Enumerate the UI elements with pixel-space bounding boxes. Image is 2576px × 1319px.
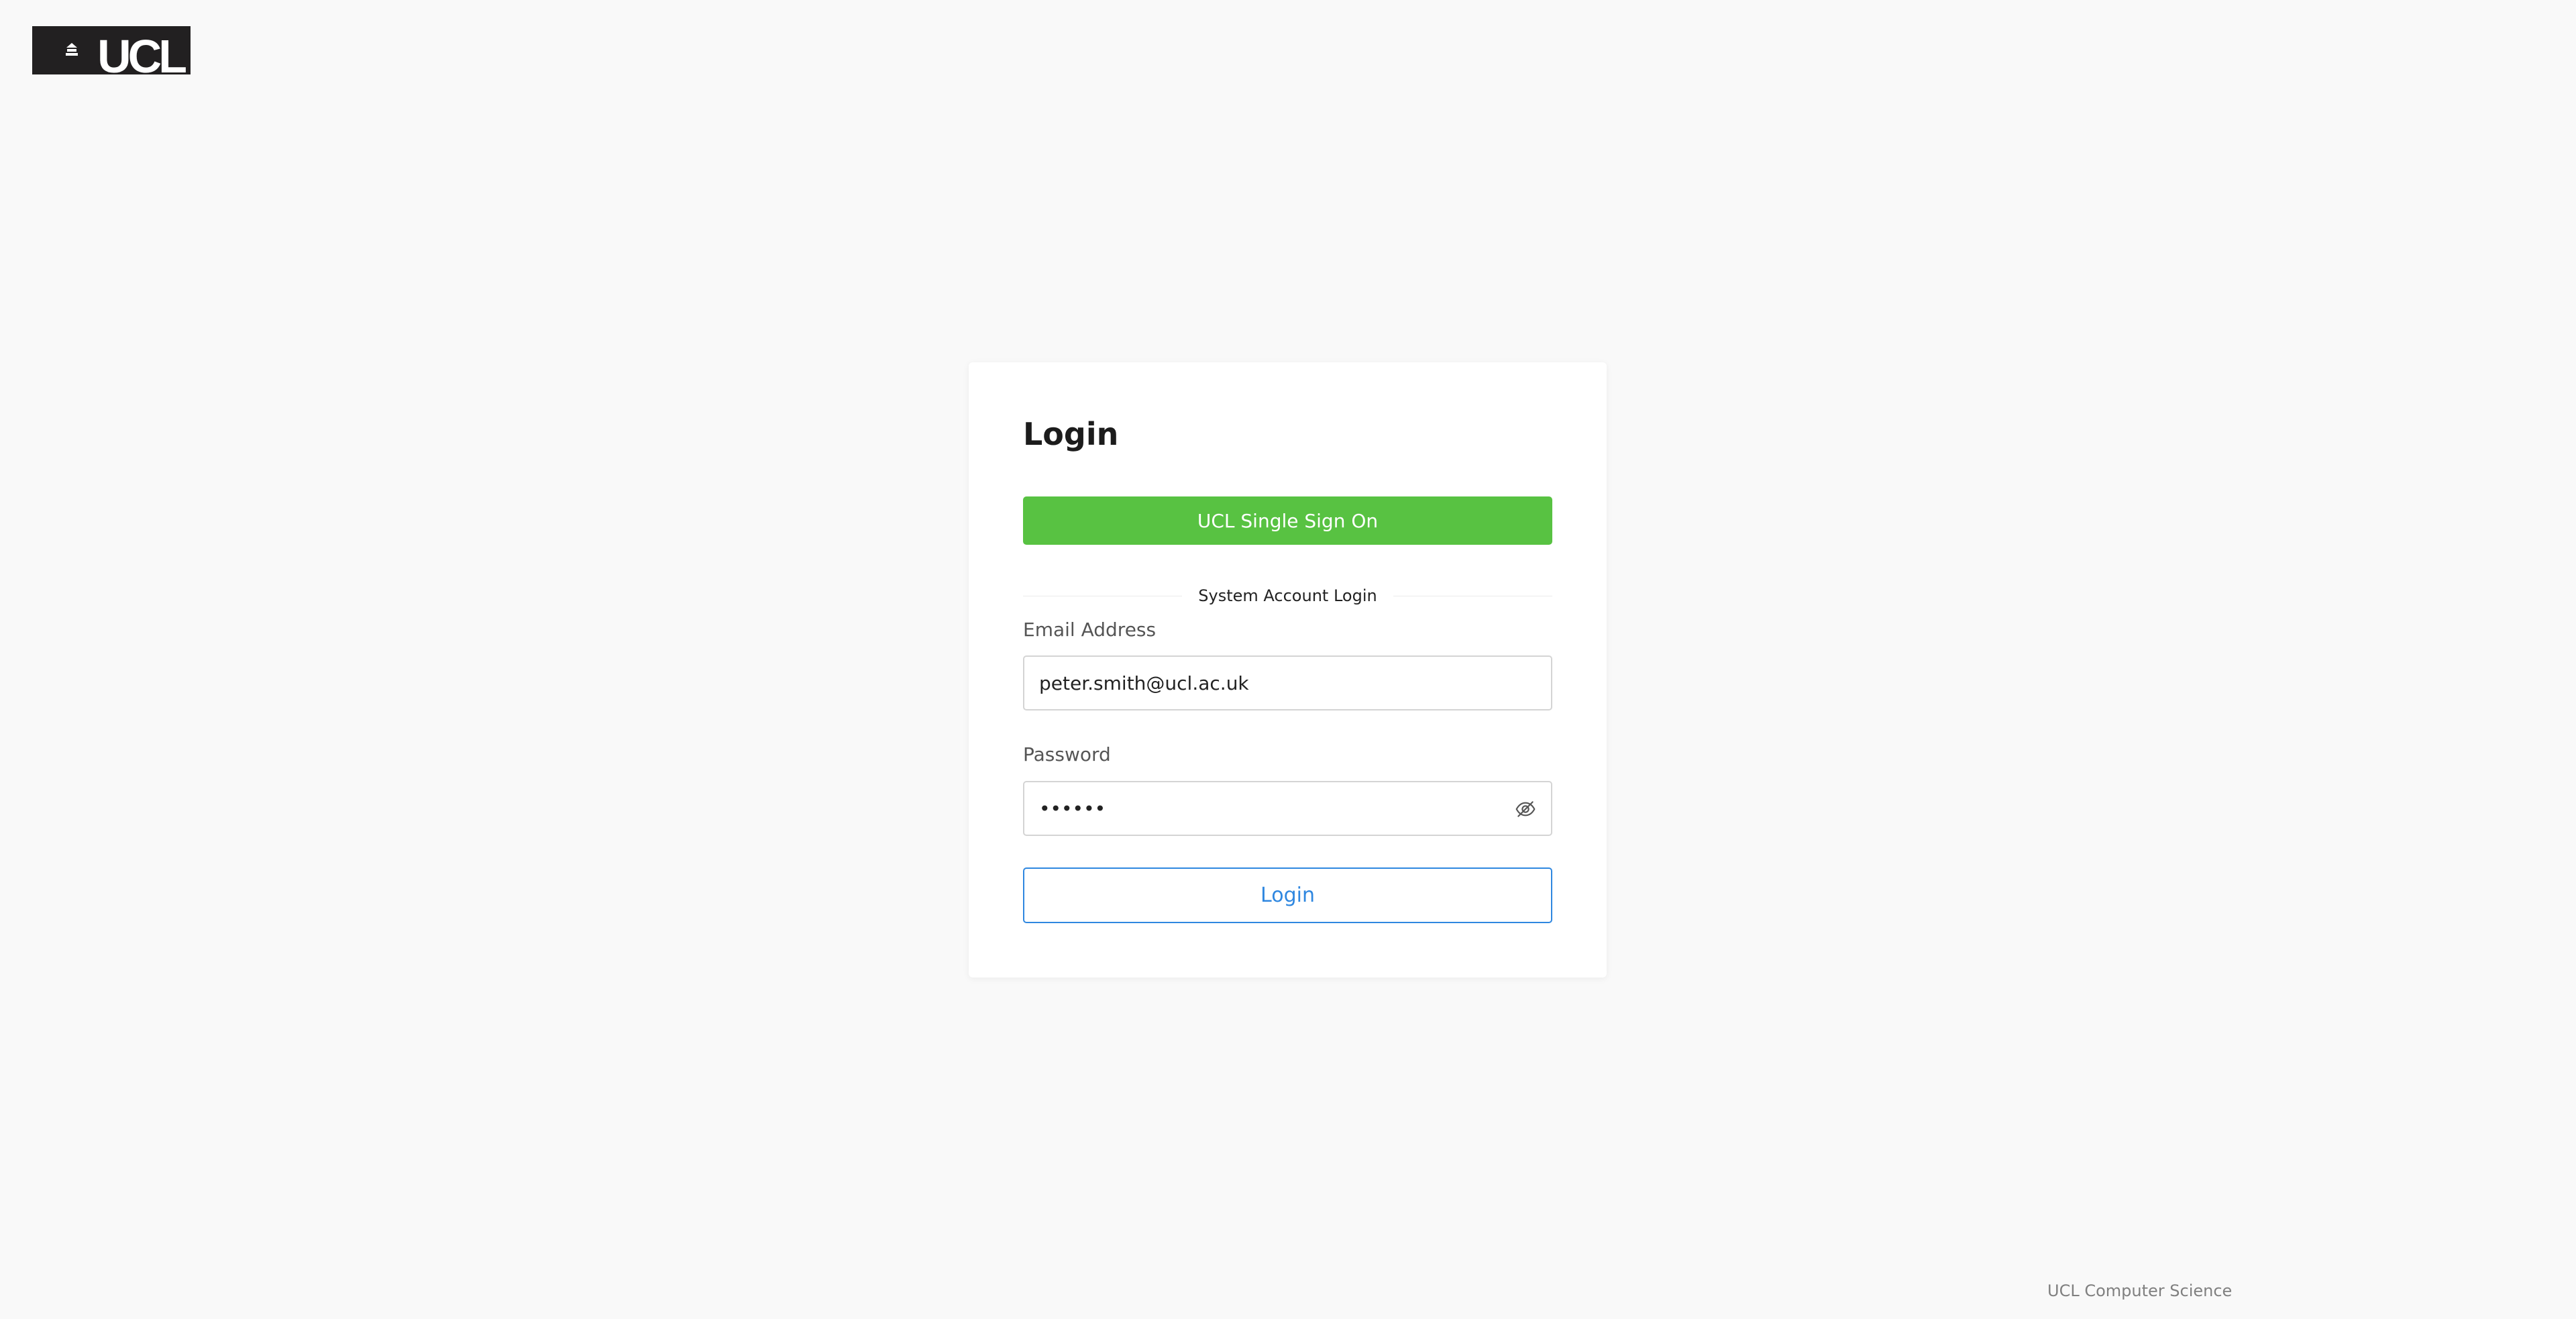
footer-text: UCL Computer Science	[2047, 1281, 2233, 1300]
divider: System Account Login	[1023, 582, 1552, 609]
ucl-logo-text: UCL	[97, 30, 187, 74]
sso-button[interactable]: UCL Single Sign On	[1023, 496, 1552, 545]
password-field[interactable]	[1024, 782, 1551, 835]
eye-slash-icon[interactable]	[1515, 798, 1536, 820]
email-field[interactable]	[1024, 657, 1551, 709]
login-card: Login UCL Single Sign On System Account …	[969, 362, 1607, 978]
ucl-logo: UCL	[32, 26, 191, 74]
ucl-portico-icon	[66, 43, 78, 56]
password-label: Password	[1023, 743, 1111, 766]
email-field-container	[1023, 655, 1552, 710]
login-title: Login	[1023, 416, 1119, 452]
divider-text: System Account Login	[1198, 586, 1377, 605]
login-button[interactable]: Login	[1023, 867, 1552, 923]
password-field-container	[1023, 781, 1552, 836]
email-label: Email Address	[1023, 619, 1157, 641]
